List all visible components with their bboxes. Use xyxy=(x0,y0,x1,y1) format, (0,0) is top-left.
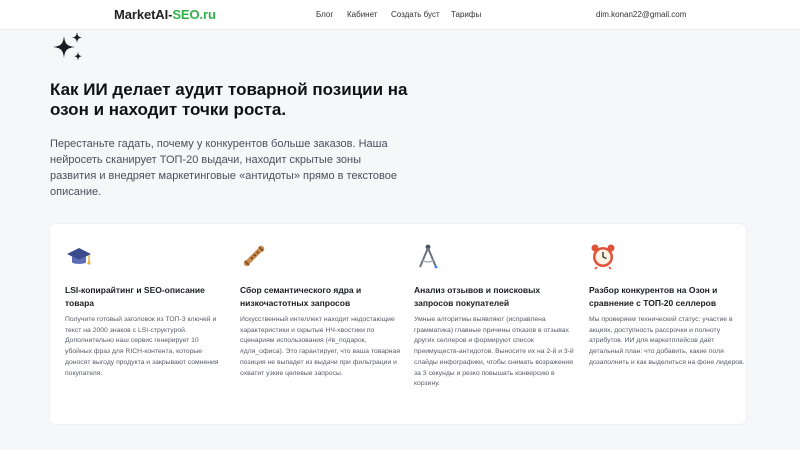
feature-title: LSI-копирайтинг и SEO-описание товара xyxy=(65,285,205,308)
hero-title: Как ИИ делает аудит товарной позиции на … xyxy=(50,80,408,119)
feature-description: Искусственный интеллект находит недостаю… xyxy=(240,316,401,377)
feature-description: Получите готовый заголовок из ТОП-3 ключ… xyxy=(65,316,219,377)
compass-icon xyxy=(419,244,438,269)
site-header: MarketAI-SEO.ru Блог Кабинет Создать бус… xyxy=(0,0,800,30)
features-card: LSI-копирайтинг и SEO-описание товара По… xyxy=(50,224,746,424)
alarm-clock-icon xyxy=(591,244,615,270)
feature-item-lsi: LSI-копирайтинг и SEO-описание товара По… xyxy=(65,242,225,379)
logo-main-text: MarketAI- xyxy=(114,7,173,22)
feature-description: Мы проверяем технический статус: участие… xyxy=(589,316,745,366)
feature-title: Анализ отзывов и поисковых запросов поку… xyxy=(414,285,541,308)
flute-icon xyxy=(243,245,265,267)
feature-item-competitors: Разбор конкурентов на Озон и сравнение с… xyxy=(589,242,749,369)
user-email-link[interactable]: dim.konan22@gmail.com xyxy=(596,10,686,19)
graduation-cap-icon xyxy=(67,248,91,265)
feature-item-reviews: Анализ отзывов и поисковых запросов поку… xyxy=(414,242,574,390)
nav-link-pricing[interactable]: Тарифы xyxy=(451,10,481,19)
hero-subtitle: Перестаньте гадать, почему у конкурентов… xyxy=(50,138,398,198)
feature-item-semantic-core: Сбор семантического ядра и низкочастотны… xyxy=(240,242,400,379)
feature-title: Разбор конкурентов на Озон и сравнение с… xyxy=(589,285,718,308)
nav-link-cabinet[interactable]: Кабинет xyxy=(347,10,377,19)
feature-title: Сбор семантического ядра и низкочастотны… xyxy=(240,285,362,308)
sparkles-icon xyxy=(53,32,82,61)
nav-link-blog[interactable]: Блог xyxy=(316,10,333,19)
site-logo[interactable]: MarketAI-SEO.ru xyxy=(114,7,216,22)
nav-link-create-boost[interactable]: Создать буст xyxy=(391,10,440,19)
feature-description: Умные алгоритмы выявляют (исправлена гра… xyxy=(414,316,574,388)
logo-accent-text: SEO.ru xyxy=(172,7,216,22)
